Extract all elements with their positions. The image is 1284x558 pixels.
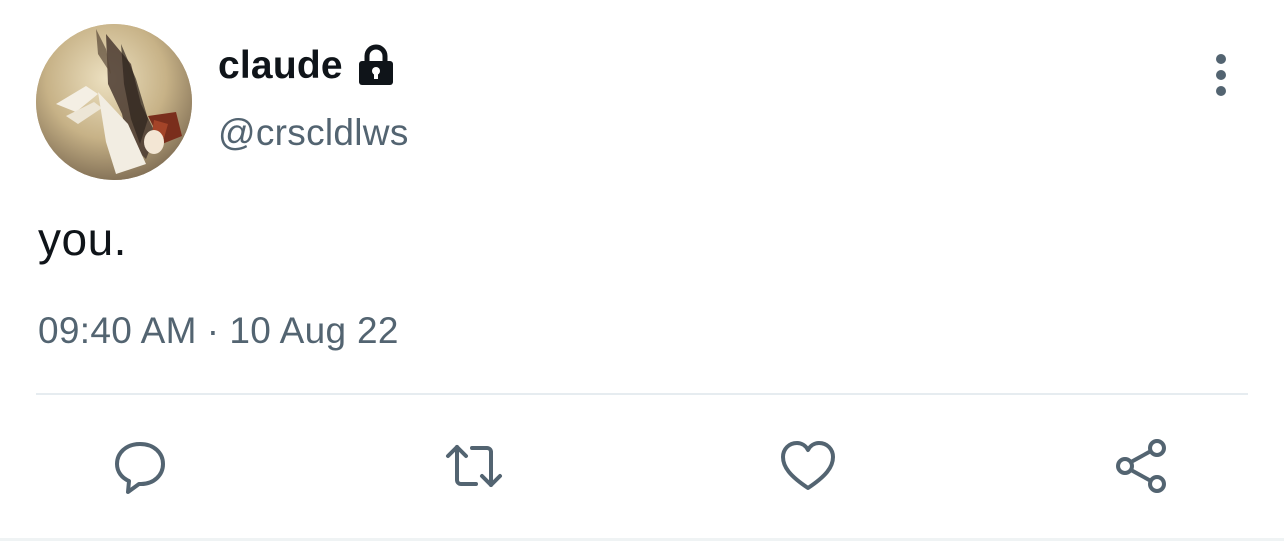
tweet-card: claude @crscldlws you. 09:40 AM · 10 Aug 2… (0, 0, 1284, 558)
tweet-text: you. (38, 213, 127, 265)
share-icon (1116, 439, 1166, 493)
tweet-timestamp[interactable]: 09:40 AM · 10 Aug 22 (38, 310, 399, 352)
retweet-icon (446, 445, 502, 487)
reply-icon (115, 442, 165, 494)
tweet-time: 09:40 AM (38, 310, 197, 351)
lock-icon (355, 44, 397, 88)
tweet-date: 10 Aug 22 (229, 310, 399, 351)
heart-icon (781, 441, 835, 490)
user-handle[interactable]: @crscldlws (218, 112, 409, 154)
bottom-divider (0, 538, 1284, 541)
reply-button[interactable] (108, 434, 172, 498)
avatar-illustration (36, 24, 192, 180)
display-name[interactable]: claude (218, 44, 343, 88)
retweet-button[interactable] (442, 434, 506, 498)
avatar[interactable] (36, 24, 192, 180)
share-button[interactable] (1110, 434, 1174, 498)
meta-separator: · (206, 310, 220, 351)
more-options-button[interactable] (1196, 50, 1246, 100)
like-button[interactable] (776, 434, 840, 498)
more-vertical-icon (1216, 54, 1226, 96)
divider (36, 393, 1248, 395)
display-name-row: claude (218, 40, 397, 92)
